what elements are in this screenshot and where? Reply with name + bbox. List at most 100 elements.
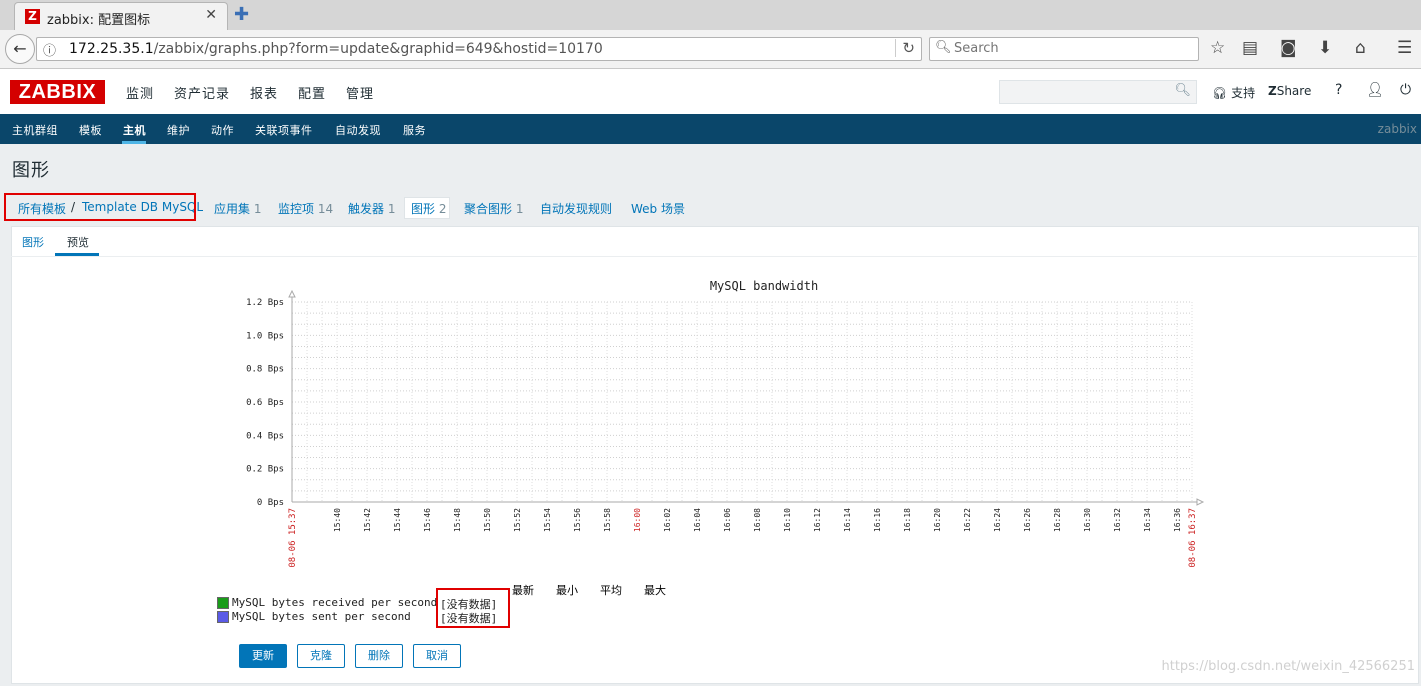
y-tick-label: 0.4 Bps <box>246 431 284 441</box>
y-tick-label: 1.2 Bps <box>246 298 284 308</box>
form-tabs <box>11 226 1417 257</box>
submenu-host-groups[interactable]: 主机群组 <box>12 122 58 138</box>
x-tick-label: 16:36 <box>1173 508 1182 532</box>
url-text: 172.25.35.1/zabbix/graphs.php?form=updat… <box>69 41 603 57</box>
breadcrumb-applications[interactable]: 应用集 1 <box>214 200 261 217</box>
submenu-services[interactable]: 服务 <box>403 122 426 138</box>
x-tick-label: 16:20 <box>933 508 942 532</box>
new-tab-icon[interactable]: ✚ <box>234 4 249 25</box>
server-name-label: zabbix <box>1377 122 1417 136</box>
zabbix-search-input[interactable]: 🔍︎ <box>999 80 1197 104</box>
graph-preview: MySQL bandwidth 1.2 Bps 1.0 Bps 0.8 Bps 0.6 … <box>246 279 1205 568</box>
breadcrumb-web-scenarios[interactable]: Web 场景 <box>631 200 685 217</box>
download-icon[interactable]: ⬇ <box>1318 38 1332 58</box>
legend-swatch-received <box>217 597 229 609</box>
breadcrumb-triggers[interactable]: 触发器 1 <box>348 200 395 217</box>
legend-series-received: MySQL bytes received per second <box>232 596 438 609</box>
bookmark-star-icon[interactable]: ☆ <box>1210 38 1225 58</box>
menu-monitoring[interactable]: 监测 <box>126 83 154 102</box>
back-arrow-icon[interactable]: ← <box>5 34 35 64</box>
zabbix-favicon-icon: Z <box>25 9 40 24</box>
submenu-hosts[interactable]: 主机 <box>123 122 146 138</box>
zabbix-logo[interactable]: ZABBIX <box>10 80 105 104</box>
x-tick-label: 15:58 <box>603 508 612 532</box>
support-link[interactable]: 🎧︎ 支持 <box>1212 84 1255 101</box>
share-z-icon: Z <box>1268 84 1277 98</box>
y-tick-label: 0 Bps <box>257 498 284 508</box>
address-bar[interactable]: ⓘ 172.25.35.1/zabbix/graphs.php?form=upd… <box>36 37 922 61</box>
y-tick-label: 1.0 Bps <box>246 331 284 341</box>
help-link[interactable]: ? <box>1335 82 1342 98</box>
legend-col-last: 最新 <box>512 584 534 597</box>
x-tick-label: 15:56 <box>573 508 582 532</box>
submenu-correlation[interactable]: 关联项事件 <box>255 122 313 138</box>
x-tick-label: 16:26 <box>1023 508 1032 532</box>
menu-inventory[interactable]: 资产记录 <box>174 83 230 102</box>
search-icon[interactable]: 🔍︎ <box>1174 83 1191 98</box>
watermark: https://blog.csdn.net/weixin_42566251 <box>1161 659 1415 674</box>
submenu-discovery[interactable]: 自动发现 <box>335 122 381 138</box>
x-tick-label: 16:24 <box>993 508 1002 532</box>
x-tick-label: 16:34 <box>1143 508 1152 532</box>
x-tick-label: 15:52 <box>513 508 522 532</box>
x-tick-label: 16:08 <box>753 508 762 532</box>
x-tick-label: 15:48 <box>453 508 462 532</box>
headset-icon: 🎧︎ <box>1212 86 1228 100</box>
x-tick-label: 16:14 <box>843 508 852 532</box>
browser-search-input[interactable] <box>952 40 1196 57</box>
y-axis-arrow <box>288 289 296 298</box>
browser-search-box[interactable]: 🔍︎ <box>929 37 1199 61</box>
breadcrumb-discovery-rules[interactable]: 自动发现规则 <box>540 200 612 217</box>
x-tick-label: 16:04 <box>693 508 702 532</box>
submenu-active-indicator <box>122 141 146 144</box>
share-link[interactable]: ZShare <box>1268 84 1311 98</box>
clone-button[interactable]: 克隆 <box>297 644 345 668</box>
logout-icon[interactable]: ⏻ <box>1400 82 1411 98</box>
info-icon[interactable]: ⓘ <box>43 40 56 59</box>
menu-configuration[interactable]: 配置 <box>298 83 326 102</box>
y-tick-label: 0.2 Bps <box>246 465 284 475</box>
x-tick-label: 16:16 <box>873 508 882 532</box>
hamburger-menu-icon[interactable]: ☰ <box>1397 38 1412 58</box>
x-tick-label: 15:46 <box>423 508 432 532</box>
legend-col-min: 最小 <box>556 584 578 597</box>
chart-title: MySQL bandwidth <box>710 279 818 293</box>
x-tick-label: 16:06 <box>723 508 732 532</box>
x-tick-label: 15:42 <box>363 508 372 532</box>
highlight-box <box>4 193 196 221</box>
delete-button[interactable]: 删除 <box>355 644 403 668</box>
breadcrumb-items[interactable]: 监控项 14 <box>278 200 333 217</box>
submenu-actions[interactable]: 动作 <box>211 122 234 138</box>
x-tick-label: 15:40 <box>333 508 342 532</box>
browser-tab-title: zabbix: 配置图标 <box>47 13 151 28</box>
pocket-icon[interactable]: ◙ <box>1280 38 1297 58</box>
menu-administration[interactable]: 管理 <box>346 83 374 102</box>
breadcrumb-screens[interactable]: 聚合图形 1 <box>464 200 523 217</box>
menu-reports[interactable]: 报表 <box>250 83 278 102</box>
x-end-label: 08-06 16:37 <box>1188 508 1198 568</box>
submenu-maintenance[interactable]: 维护 <box>167 122 190 138</box>
home-icon[interactable]: ⌂ <box>1355 38 1366 58</box>
tab-graph[interactable]: 图形 <box>22 234 44 250</box>
submenu-templates[interactable]: 模板 <box>79 122 102 138</box>
user-profile-icon[interactable]: 👤︎ <box>1366 82 1384 98</box>
legend-swatch-sent <box>217 611 229 623</box>
x-tick-label: 16:02 <box>663 508 672 532</box>
update-button[interactable]: 更新 <box>239 644 287 668</box>
tab-preview[interactable]: 预览 <box>67 234 89 250</box>
cancel-button[interactable]: 取消 <box>413 644 461 668</box>
tab-active-indicator <box>55 253 99 256</box>
close-icon[interactable]: ✕ <box>205 7 217 23</box>
legend-col-max: 最大 <box>644 584 666 597</box>
legend-col-avg: 平均 <box>600 584 622 597</box>
page-title: 图形 <box>12 160 50 181</box>
reading-list-icon[interactable]: ▤ <box>1242 38 1258 58</box>
x-tick-label: 16:22 <box>963 508 972 532</box>
x-tick-label: 15:44 <box>393 508 402 532</box>
browser-tab[interactable]: Z zabbix: 配置图标 ✕ <box>14 2 228 31</box>
x-start-label: 08-06 15:37 <box>288 508 298 568</box>
breadcrumb-graphs[interactable]: 图形 2 <box>411 200 446 217</box>
x-tick-label: 16:32 <box>1113 508 1122 532</box>
y-tick-label: 0.6 Bps <box>246 398 284 408</box>
reload-icon[interactable]: ↻ <box>895 39 915 57</box>
